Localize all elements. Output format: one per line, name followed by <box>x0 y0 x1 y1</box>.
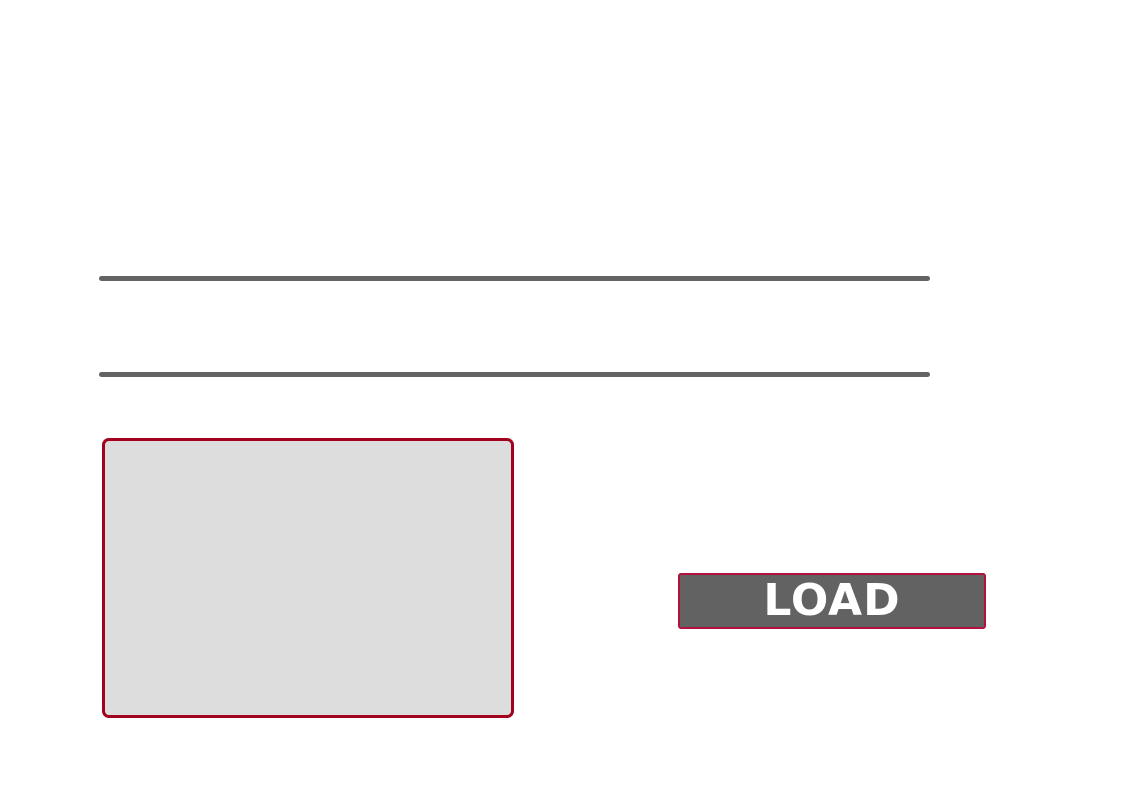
top-divider <box>99 276 930 281</box>
preview-panel[interactable] <box>102 438 514 718</box>
load-button[interactable]: LOAD <box>678 573 986 629</box>
page: LOAD <box>0 0 1144 800</box>
bottom-divider <box>99 372 930 377</box>
